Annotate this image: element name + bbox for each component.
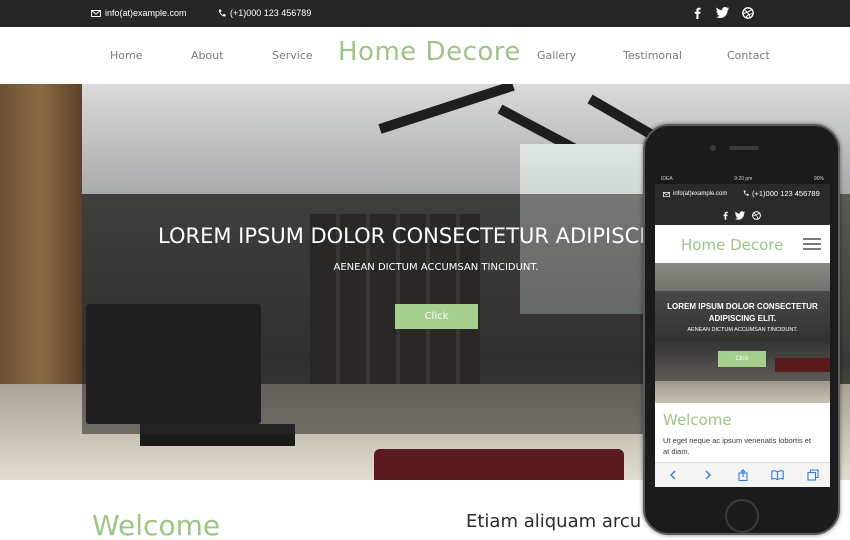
envelope-icon (91, 9, 101, 17)
hero-subheadline: AENEAN DICTUM ACCUMSAN TINCIDUNT. (333, 262, 539, 273)
phone-hero-ottoman (775, 358, 830, 372)
phone-text: (+1)000 123 456789 (230, 8, 312, 18)
phone-icon (743, 190, 749, 196)
phone-contact-bar: info(at)example.com (+1)000 123 456789 (655, 184, 830, 225)
phone-hero-click-button[interactable]: Click (718, 351, 766, 367)
phone-hero-banner: LOREM IPSUM DOLOR CONSECTETUR ADIPISCING… (655, 263, 830, 403)
back-icon[interactable] (666, 468, 680, 482)
phone-nav: Home Decore (655, 225, 830, 263)
email-contact[interactable]: info(at)example.com (91, 8, 187, 18)
time-text: 9:20 pm (734, 176, 753, 182)
twitter-icon[interactable] (735, 207, 745, 225)
phone-icon (218, 9, 226, 17)
facebook-icon[interactable] (691, 6, 704, 19)
forward-icon[interactable] (701, 468, 715, 482)
share-icon[interactable] (736, 468, 750, 482)
phone-welcome-text: Ut eget neque ac ipsum venenatis loborti… (663, 436, 812, 456)
main-nav: Home About Service Home Decore Gallery T… (0, 27, 850, 84)
phone-email-text: info(at)example.com (673, 191, 728, 197)
phone-camera (710, 145, 716, 151)
hamburger-menu-icon[interactable] (803, 238, 821, 250)
carrier-text: IDEA (661, 176, 673, 182)
hero-headline: LOREM IPSUM DOLOR CONSECTETUR ADIPISCIN (158, 224, 662, 248)
phone-email-contact[interactable]: info(at)example.com (663, 191, 727, 197)
email-text: info(at)example.com (105, 8, 187, 18)
phone-home-button (725, 499, 759, 533)
phone-screen: IDEA 9:20 pm 90% info(at)example.com (+1… (655, 174, 830, 487)
phone-hero-subheadline: AENEAN DICTUM ACCUMSAN TINCIDUNT. (687, 327, 798, 333)
twitter-icon[interactable] (716, 6, 729, 19)
phone-welcome-heading: Welcome (663, 411, 732, 429)
phone-mockup: IDEA 9:20 pm 90% info(at)example.com (+1… (643, 124, 840, 535)
nav-item-gallery[interactable]: Gallery (537, 49, 576, 62)
phone-social-links (723, 207, 761, 225)
top-contact-bar: info(at)example.com (+1)000 123 456789 (0, 0, 850, 27)
tabs-icon[interactable] (806, 468, 820, 482)
phone-status-bar: IDEA 9:20 pm 90% (655, 174, 830, 184)
hero-click-button[interactable]: Click (395, 304, 478, 329)
browser-toolbar (655, 462, 830, 487)
dribbble-icon[interactable] (752, 207, 761, 225)
facebook-icon[interactable] (723, 207, 728, 225)
phone-phone-text: (+1)000 123 456789 (752, 189, 820, 198)
phone-site-logo[interactable]: Home Decore (681, 236, 783, 254)
nav-item-testimonal[interactable]: Testimonal (623, 49, 682, 62)
phone-speaker (729, 146, 759, 150)
section-subheading: Etiam aliquam arcu v (466, 511, 658, 532)
nav-item-service[interactable]: Service (272, 49, 313, 62)
nav-item-contact[interactable]: Contact (727, 49, 770, 62)
phone-contact[interactable]: (+1)000 123 456789 (218, 8, 311, 18)
site-logo[interactable]: Home Decore (338, 37, 521, 67)
envelope-icon (663, 191, 670, 197)
battery-text: 90% (813, 176, 824, 182)
social-links (691, 6, 754, 19)
nav-item-home[interactable]: Home (110, 49, 142, 62)
dribbble-icon[interactable] (741, 6, 754, 19)
bookmarks-icon[interactable] (771, 468, 785, 482)
nav-item-about[interactable]: About (191, 49, 224, 62)
welcome-heading: Welcome (92, 509, 221, 540)
phone-phone-contact[interactable]: (+1)000 123 456789 (743, 189, 820, 198)
phone-hero-headline: LOREM IPSUM DOLOR CONSECTETUR ADIPISCING… (667, 302, 818, 323)
hero-ottoman (374, 449, 624, 480)
